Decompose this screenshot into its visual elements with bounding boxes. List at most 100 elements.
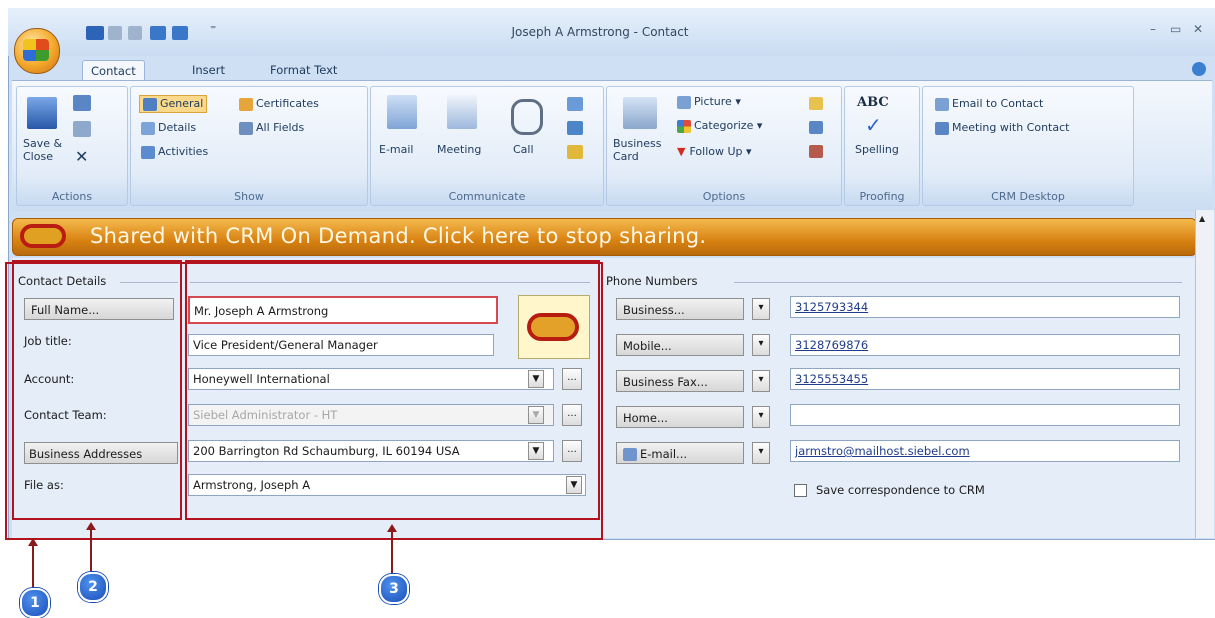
email-button[interactable]: E-mail <box>379 143 414 156</box>
vertical-scrollbar[interactable] <box>1195 210 1214 538</box>
save-close-button[interactable]: Save & Close <box>23 137 63 163</box>
undo-icon[interactable] <box>108 26 122 40</box>
show-details-button[interactable]: Details <box>141 121 196 135</box>
save-icon[interactable] <box>86 26 104 40</box>
meeting-button[interactable]: Meeting <box>437 143 481 156</box>
business-fax-button[interactable]: Business Fax... <box>616 370 744 392</box>
business-fax-field[interactable]: 3125553455 <box>790 368 1180 390</box>
save-correspondence-checkbox[interactable] <box>794 484 807 497</box>
business-card-icon <box>623 97 657 129</box>
follow-up-button[interactable]: ▼ Follow Up ▾ <box>677 145 752 158</box>
office-button[interactable] <box>14 28 60 74</box>
help-icon[interactable] <box>1192 62 1206 76</box>
file-as-dropdown-icon[interactable]: ▼ <box>566 476 582 494</box>
account-dropdown-icon[interactable]: ▼ <box>528 370 544 388</box>
details-label: Details <box>158 121 197 134</box>
email-dropdown[interactable]: ▾ <box>752 442 770 464</box>
team-browse-button[interactable]: ... <box>562 404 582 426</box>
account-browse-button[interactable]: ... <box>562 368 582 390</box>
private-icon[interactable] <box>809 97 823 110</box>
tab-contact[interactable]: Contact <box>82 60 145 81</box>
close-button[interactable]: ✕ <box>1193 22 1203 36</box>
office-logo-icon <box>23 39 49 61</box>
group-communicate: E-mail Meeting Call Communicate <box>370 86 604 206</box>
show-certificates-button[interactable]: Certificates <box>239 97 319 111</box>
next-item-icon[interactable] <box>172 26 188 40</box>
full-name-button[interactable]: Full Name... <box>24 298 174 320</box>
all-fields-icon <box>239 121 253 135</box>
business-phone-dropdown[interactable]: ▾ <box>752 298 770 320</box>
activities-label: Activities <box>158 145 209 158</box>
email-button-field[interactable]: E-mail... <box>616 442 744 464</box>
flag-icon: ▼ <box>677 145 686 158</box>
qat-customize-icon[interactable]: ⁼ <box>210 22 216 36</box>
contact-team-field[interactable]: Siebel Administrator - HT <box>188 404 554 426</box>
window-title: Joseph A Armstrong - Contact <box>511 25 689 39</box>
scroll-up-icon[interactable]: ▲ <box>1199 214 1205 223</box>
full-name-field[interactable]: Mr. Joseph A Armstrong <box>188 296 498 324</box>
business-card-button[interactable]: Business Card <box>613 137 663 163</box>
address-book-icon[interactable] <box>809 121 823 134</box>
show-all-fields-button[interactable]: All Fields <box>239 121 304 135</box>
save-copy-icon[interactable] <box>73 95 91 111</box>
callout-3-arrow <box>391 531 393 575</box>
journal-icon[interactable] <box>567 145 583 159</box>
business-phone-button[interactable]: Business... <box>616 298 744 320</box>
categorize-button[interactable]: Categorize ▾ <box>677 119 762 133</box>
address-field[interactable]: 200 Barrington Rd Schaumburg, IL 60194 U… <box>188 440 554 462</box>
mobile-phone-field[interactable]: 3128769876 <box>790 334 1180 356</box>
show-general-button[interactable]: General <box>139 95 208 113</box>
categorize-icon <box>677 119 691 133</box>
delete-icon[interactable]: ✕ <box>75 147 88 166</box>
mobile-phone-button[interactable]: Mobile... <box>616 334 744 356</box>
business-fax-dropdown[interactable]: ▾ <box>752 370 770 392</box>
home-phone-dropdown[interactable]: ▾ <box>752 406 770 428</box>
check-names-icon[interactable] <box>809 145 823 158</box>
map-icon[interactable] <box>567 97 583 111</box>
redo-icon[interactable] <box>128 26 142 40</box>
account-field[interactable]: Honeywell International <box>188 368 554 390</box>
print-icon[interactable] <box>73 121 91 137</box>
address-dropdown-icon[interactable]: ▼ <box>528 442 544 460</box>
account-label: Account: <box>24 372 75 386</box>
certificates-icon <box>239 97 253 111</box>
callout-1: 1 <box>20 588 50 618</box>
email-field[interactable]: jarmstro@mailhost.siebel.com <box>790 440 1180 462</box>
email-contact-icon <box>935 97 949 111</box>
home-phone-field[interactable] <box>790 404 1180 426</box>
web-page-icon[interactable] <box>567 121 583 135</box>
home-phone-button[interactable]: Home... <box>616 406 744 428</box>
show-activities-button[interactable]: Activities <box>141 145 208 159</box>
section-divider <box>120 282 178 283</box>
meeting-with-contact-button[interactable]: Meeting with Contact <box>935 121 1069 135</box>
team-dropdown-icon[interactable]: ▼ <box>528 406 544 424</box>
business-addresses-button[interactable]: Business Addresses <box>24 442 178 464</box>
previous-item-icon[interactable] <box>150 26 166 40</box>
minimize-button[interactable]: – <box>1150 22 1156 36</box>
group-actions: Save & Close ✕ Actions <box>16 86 128 206</box>
file-as-field[interactable]: Armstrong, Joseph A <box>188 474 586 496</box>
address-browse-button[interactable]: ... <box>562 440 582 462</box>
tab-insert[interactable]: Insert <box>184 60 233 80</box>
mobile-phone-dropdown[interactable]: ▾ <box>752 334 770 356</box>
file-as-label: File as: <box>24 478 64 492</box>
contact-team-label: Contact Team: <box>24 408 107 422</box>
meeting-contact-icon <box>935 121 949 135</box>
save-correspondence-label: Save correspondence to CRM <box>816 483 985 497</box>
maximize-button[interactable]: ▭ <box>1170 22 1181 36</box>
callout-2-arrow <box>90 529 92 573</box>
call-button[interactable]: Call <box>513 143 534 156</box>
crm-picture-icon <box>527 313 579 341</box>
job-title-field[interactable]: Vice President/General Manager <box>188 334 494 356</box>
spelling-button[interactable]: Spelling <box>855 143 899 156</box>
email-to-contact-button[interactable]: Email to Contact <box>935 97 1043 111</box>
tab-format-text[interactable]: Format Text <box>262 60 345 80</box>
group-options: Business Card Picture ▾ Categorize ▾ ▼ Fo… <box>606 86 842 206</box>
general-label: General <box>160 97 204 110</box>
banner-text[interactable]: Shared with CRM On Demand. Click here to… <box>90 224 706 248</box>
business-phone-field[interactable]: 3125793344 <box>790 296 1180 318</box>
picture-button[interactable]: Picture ▾ <box>677 95 741 109</box>
group-label: Actions <box>51 190 93 203</box>
phone-numbers-title: Phone Numbers <box>606 274 698 288</box>
contact-picture[interactable] <box>518 295 590 359</box>
